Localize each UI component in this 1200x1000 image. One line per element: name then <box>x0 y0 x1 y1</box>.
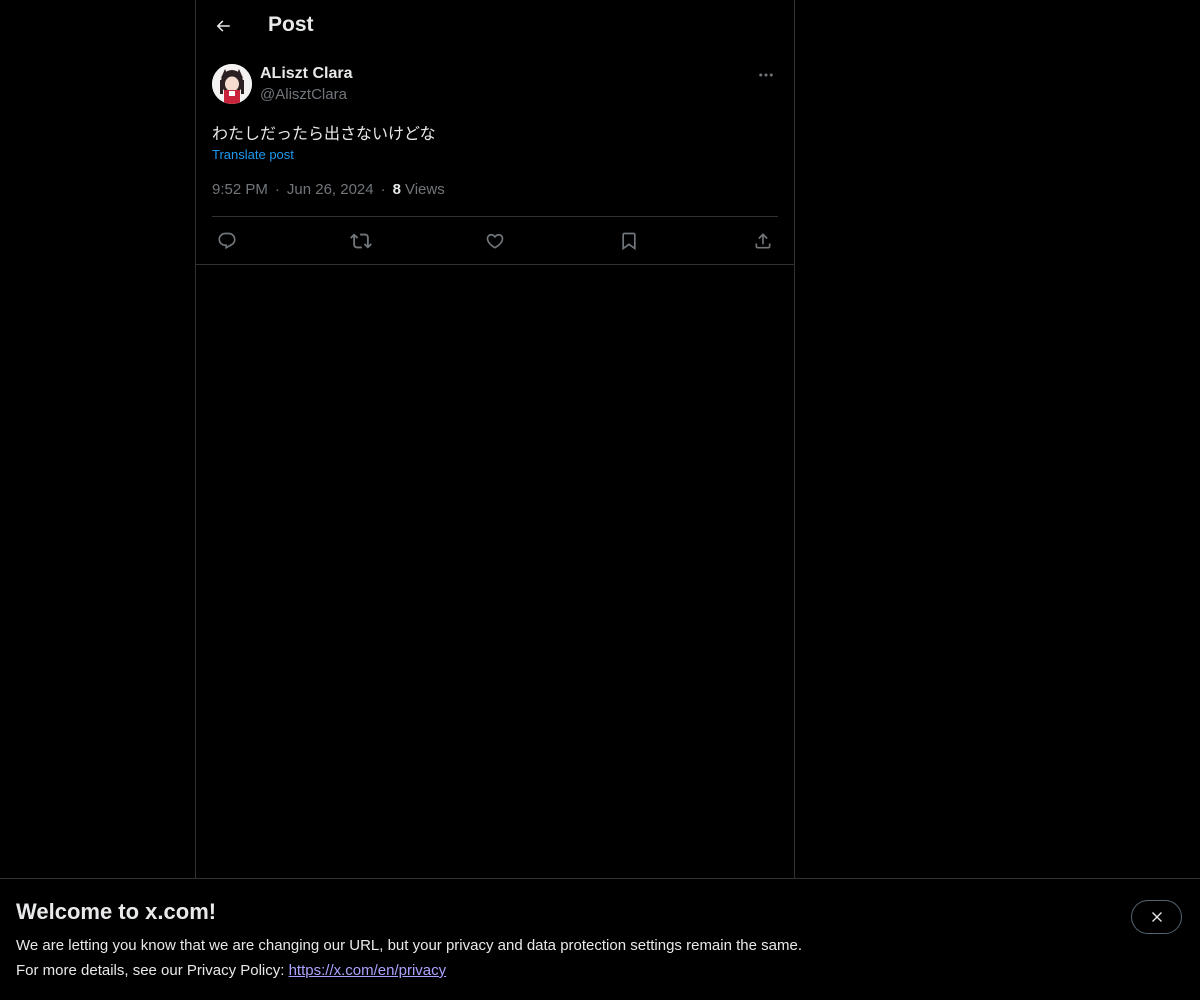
post-text: わたしだったら出さないけどな <box>212 124 436 143</box>
back-button[interactable] <box>208 11 238 41</box>
post-meta: 9:52 PM · Jun 26, 2024 · 8 Views <box>212 181 445 198</box>
repost-button[interactable] <box>349 229 373 253</box>
arrow-left-icon <box>216 20 230 32</box>
meta-separator: · <box>380 181 386 198</box>
translate-post-link[interactable]: Translate post <box>212 147 294 162</box>
privacy-policy-link[interactable]: https://x.com/en/privacy <box>289 962 447 979</box>
bookmark-button[interactable] <box>617 229 641 253</box>
repost-icon <box>350 233 372 249</box>
bookmark-icon <box>622 232 636 251</box>
like-icon <box>486 233 504 249</box>
welcome-banner: Welcome to x.com! We are letting you kno… <box>0 878 1200 1000</box>
page-header: Post <box>196 0 794 53</box>
post-time[interactable]: 9:52 PM <box>212 181 268 198</box>
post-actions <box>212 217 778 264</box>
close-banner-button[interactable] <box>1131 900 1182 934</box>
share-button[interactable] <box>751 229 775 253</box>
post-date[interactable]: Jun 26, 2024 <box>287 181 374 198</box>
share-icon <box>755 233 771 249</box>
author-name[interactable]: ALiszt Clara <box>260 65 352 83</box>
banner-privacy-line: For more details, see our Privacy Policy… <box>16 962 446 979</box>
page-title: Post <box>268 13 314 36</box>
more-dots-icon <box>759 73 773 77</box>
close-icon <box>1151 912 1162 922</box>
avatar[interactable] <box>212 64 252 104</box>
views-count: 8 <box>392 181 401 198</box>
like-button[interactable] <box>483 229 507 253</box>
banner-title: Welcome to x.com! <box>16 899 217 924</box>
post-bottom-divider <box>196 264 794 265</box>
views-label: Views <box>404 181 445 198</box>
avatar-image <box>212 64 252 104</box>
main-column: Post ALiszt Clara @AlisztClara わたしだったら出さ… <box>195 0 795 878</box>
more-options-button[interactable] <box>754 64 778 86</box>
reply-icon <box>218 232 236 250</box>
banner-message: We are letting you know that we are chan… <box>16 937 802 954</box>
banner-privacy-prefix: For more details, see our Privacy Policy… <box>16 962 289 979</box>
author-handle[interactable]: @AlisztClara <box>260 86 347 103</box>
reply-button[interactable] <box>215 229 239 253</box>
meta-separator: · <box>274 181 280 198</box>
